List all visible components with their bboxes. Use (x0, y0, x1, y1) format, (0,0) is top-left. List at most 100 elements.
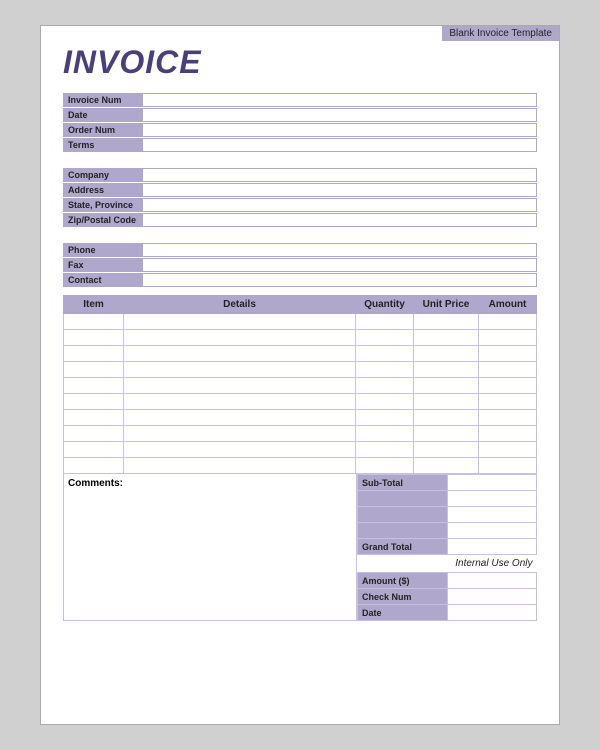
amount-value[interactable] (447, 573, 536, 589)
fax-value[interactable] (143, 258, 537, 272)
details-cell[interactable] (124, 378, 356, 394)
quantity-cell[interactable] (356, 378, 414, 394)
amount-cell[interactable] (479, 410, 537, 426)
quantity-cell[interactable] (356, 362, 414, 378)
details-cell[interactable] (124, 458, 356, 474)
invoice-num-row: Invoice Num (63, 93, 537, 107)
quantity-cell[interactable] (356, 426, 414, 442)
zip-postal-value[interactable] (143, 213, 537, 227)
details-cell[interactable] (124, 362, 356, 378)
table-row (64, 410, 537, 426)
address-label: Address (63, 183, 143, 197)
details-cell[interactable] (124, 346, 356, 362)
zip-postal-row: Zip/Postal Code (63, 213, 537, 227)
item-cell[interactable] (64, 330, 124, 346)
amount-cell[interactable] (479, 362, 537, 378)
fax-label: Fax (63, 258, 143, 272)
unit-price-cell[interactable] (414, 378, 479, 394)
grand-total-value[interactable] (447, 539, 536, 555)
address-value[interactable] (143, 183, 537, 197)
date-row: Date (63, 108, 537, 122)
amount-cell[interactable] (479, 458, 537, 474)
internal-use-row: Internal Use Only (358, 555, 537, 573)
quantity-cell[interactable] (356, 410, 414, 426)
item-cell[interactable] (64, 362, 124, 378)
unit-price-cell[interactable] (414, 410, 479, 426)
quantity-cell[interactable] (356, 314, 414, 330)
order-num-label: Order Num (63, 123, 143, 137)
item-cell[interactable] (64, 314, 124, 330)
unit-price-cell[interactable] (414, 346, 479, 362)
unit-price-cell[interactable] (414, 362, 479, 378)
amount-cell[interactable] (479, 378, 537, 394)
amount-cell[interactable] (479, 346, 537, 362)
order-num-value[interactable] (143, 123, 537, 137)
col-header-quantity: Quantity (356, 296, 414, 314)
unit-price-cell[interactable] (414, 314, 479, 330)
totals-blank-label-1 (358, 491, 448, 507)
table-row (64, 346, 537, 362)
table-row (64, 378, 537, 394)
sub-total-value[interactable] (447, 475, 536, 491)
totals-blank-value-1[interactable] (447, 491, 536, 507)
amount-cell[interactable] (479, 426, 537, 442)
contact-label: Contact (63, 273, 143, 287)
company-row: Company (63, 168, 537, 182)
item-cell[interactable] (64, 426, 124, 442)
item-cell[interactable] (64, 442, 124, 458)
terms-value[interactable] (143, 138, 537, 152)
details-cell[interactable] (124, 314, 356, 330)
unit-price-cell[interactable] (414, 330, 479, 346)
details-cell[interactable] (124, 442, 356, 458)
check-num-label: Check Num (358, 589, 448, 605)
quantity-cell[interactable] (356, 442, 414, 458)
totals-blank-value-2[interactable] (447, 507, 536, 523)
table-row (64, 394, 537, 410)
amount-cell[interactable] (479, 314, 537, 330)
item-cell[interactable] (64, 458, 124, 474)
item-cell[interactable] (64, 410, 124, 426)
unit-price-cell[interactable] (414, 442, 479, 458)
check-num-value[interactable] (447, 589, 536, 605)
amount-cell[interactable] (479, 394, 537, 410)
grand-total-row: Grand Total (358, 539, 537, 555)
unit-price-cell[interactable] (414, 458, 479, 474)
item-cell[interactable] (64, 394, 124, 410)
comments-area[interactable]: Comments: (63, 474, 357, 621)
details-cell[interactable] (124, 330, 356, 346)
quantity-cell[interactable] (356, 394, 414, 410)
quantity-cell[interactable] (356, 330, 414, 346)
amount-cell[interactable] (479, 442, 537, 458)
phone-row: Phone (63, 243, 537, 257)
item-cell[interactable] (64, 346, 124, 362)
state-province-label: State, Province (63, 198, 143, 212)
quantity-cell[interactable] (356, 458, 414, 474)
details-cell[interactable] (124, 410, 356, 426)
table-row (64, 362, 537, 378)
unit-price-cell[interactable] (414, 426, 479, 442)
phone-value[interactable] (143, 243, 537, 257)
totals-blank-value-3[interactable] (447, 523, 536, 539)
invoice-page: Blank Invoice Template INVOICE Invoice N… (40, 25, 560, 725)
invoice-num-value[interactable] (143, 93, 537, 107)
totals-blank-row-1 (358, 491, 537, 507)
payment-date-value[interactable] (447, 605, 536, 621)
terms-label: Terms (63, 138, 143, 152)
amount-row: Amount ($) (358, 573, 537, 589)
col-header-item: Item (64, 296, 124, 314)
template-label: Blank Invoice Template (442, 26, 559, 41)
totals-table: Sub-Total (357, 474, 537, 621)
items-table: Item Details Quantity Unit Price Amount (63, 295, 537, 474)
state-province-value[interactable] (143, 198, 537, 212)
details-cell[interactable] (124, 426, 356, 442)
details-cell[interactable] (124, 394, 356, 410)
contact-value[interactable] (143, 273, 537, 287)
invoice-meta-section: Invoice Num Date Order Num Terms (63, 93, 537, 152)
company-value[interactable] (143, 168, 537, 182)
date-value[interactable] (143, 108, 537, 122)
amount-cell[interactable] (479, 330, 537, 346)
unit-price-cell[interactable] (414, 394, 479, 410)
quantity-cell[interactable] (356, 346, 414, 362)
item-cell[interactable] (64, 378, 124, 394)
company-section: Company Address State, Province Zip/Post… (63, 168, 537, 227)
